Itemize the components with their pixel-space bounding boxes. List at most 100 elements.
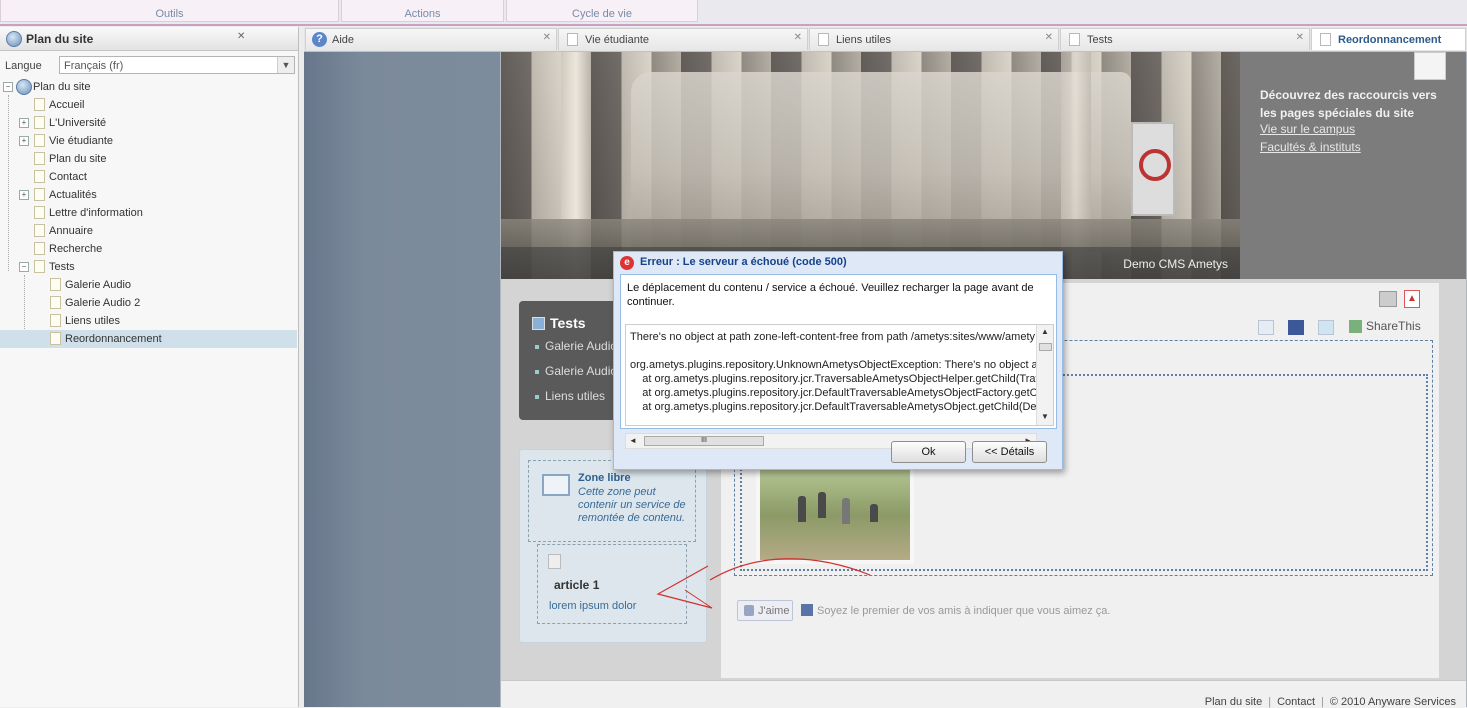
scroll-thumb[interactable] xyxy=(1039,343,1052,351)
photo-figure xyxy=(818,492,826,518)
site-tree-panel: Plan du site ✕ Langue Français (fr) ▼ − … xyxy=(0,27,299,707)
nav-item[interactable]: Galerie Audio xyxy=(545,339,617,353)
scroll-down-icon[interactable]: ▼ xyxy=(1041,412,1049,421)
tree-child[interactable]: Liens utiles xyxy=(0,312,297,330)
pdf-icon[interactable]: ▲ xyxy=(1404,290,1420,308)
tree-item[interactable]: + Vie étudiante xyxy=(0,132,297,150)
scroll-up-icon[interactable]: ▲ xyxy=(1041,327,1049,336)
tree-label: Recherche xyxy=(49,243,103,255)
quicklink[interactable]: Vie sur le campus xyxy=(1260,122,1355,136)
vertical-scrollbar[interactable]: ▲ ▼ xyxy=(1036,325,1053,425)
tree-label: Accueil xyxy=(49,99,85,111)
page-icon xyxy=(818,33,829,46)
footer-link[interactable]: Plan du site xyxy=(1205,696,1262,708)
help-icon: ? xyxy=(312,32,327,47)
close-icon[interactable]: ✕ xyxy=(1296,32,1304,43)
tree-item[interactable]: Recherche xyxy=(0,240,297,258)
tree-label: Contact xyxy=(49,171,87,183)
tree-label: Actualités xyxy=(49,189,97,201)
ribbon-group-cycle-de-vie[interactable]: Cycle de vie xyxy=(506,0,698,22)
tree-root[interactable]: − Plan du site xyxy=(0,78,297,96)
tree-item[interactable]: + L'Université xyxy=(0,114,297,132)
photo-figure xyxy=(870,504,878,522)
tree-label: Galerie Audio xyxy=(65,279,132,291)
photo-figure xyxy=(842,498,850,524)
tab-label: Reordonnancement xyxy=(1338,34,1442,46)
language-value: Français (fr) xyxy=(64,60,124,72)
tree-label: Liens utiles xyxy=(65,315,121,327)
email-icon[interactable] xyxy=(1258,320,1274,335)
nav-item[interactable]: Galerie Audio xyxy=(545,364,617,378)
page-icon xyxy=(50,296,61,309)
tree-label: Tests xyxy=(49,261,75,273)
close-icon[interactable]: ✕ xyxy=(543,32,551,43)
ribbon-group-label: Cycle de vie xyxy=(572,8,632,20)
close-icon[interactable]: ✕ xyxy=(1045,32,1053,43)
dialog-title[interactable]: Erreur : Le serveur a échoué (code 500) xyxy=(640,256,847,268)
ribbon-group-actions[interactable]: Actions xyxy=(341,0,504,22)
zone-title: Zone libre xyxy=(578,472,631,484)
chevron-down-icon[interactable]: ▼ xyxy=(277,57,294,73)
tree-item[interactable]: Annuaire xyxy=(0,222,297,240)
close-icon[interactable]: ✕ xyxy=(794,32,802,43)
page-icon xyxy=(34,152,45,165)
facebook-icon[interactable] xyxy=(1288,320,1304,335)
zone-description: Cette zone peut contenir un service de r… xyxy=(578,486,686,524)
close-icon[interactable]: ✕ xyxy=(237,31,245,42)
nav-item[interactable]: Liens utiles xyxy=(545,389,605,403)
tree-label: Plan du site xyxy=(33,81,91,93)
quicklink[interactable]: Facultés & instituts xyxy=(1260,140,1361,154)
sharethis-button[interactable]: ShareThis xyxy=(1349,319,1421,334)
details-button[interactable]: << Détails xyxy=(972,441,1047,463)
ribbon-group-label: Actions xyxy=(404,8,441,20)
page-icon xyxy=(50,314,61,327)
globe-icon xyxy=(6,31,22,47)
page-icon xyxy=(50,278,61,291)
tab-reordonnancement[interactable]: Reordonnancement xyxy=(1311,28,1466,50)
expand-icon[interactable]: + xyxy=(19,136,29,146)
tree-item[interactable]: Lettre d'information xyxy=(0,204,297,222)
panel-title: Plan du site xyxy=(26,32,94,46)
tab-aide[interactable]: ? Aide ✕ xyxy=(305,28,557,50)
tree-item[interactable]: + Actualités xyxy=(0,186,297,204)
page-footer: Plan du site | Contact | © 2010 Anyware Serv… xyxy=(501,680,1466,708)
page-icon xyxy=(34,134,45,147)
ribbon-group-outils[interactable]: Outils xyxy=(0,0,339,22)
error-dialog: e Erreur : Le serveur a échoué (code 500… xyxy=(613,251,1063,470)
page-icon xyxy=(34,98,45,111)
collapse-icon[interactable]: − xyxy=(19,262,29,272)
tree-child[interactable]: Galerie Audio 2 xyxy=(0,294,297,312)
expand-icon[interactable]: + xyxy=(19,118,29,128)
scroll-thumb[interactable]: III xyxy=(644,436,764,446)
ribbon-group-label: Outils xyxy=(155,8,184,20)
tree-child[interactable]: Galerie Audio xyxy=(0,276,297,294)
tree-label: Plan du site xyxy=(49,153,107,165)
tree-item[interactable]: Accueil xyxy=(0,96,297,114)
page-icon xyxy=(567,33,578,46)
scroll-left-icon[interactable]: ◄ xyxy=(629,436,637,445)
footer-link[interactable]: Contact xyxy=(1277,696,1315,708)
tab-tests[interactable]: Tests ✕ xyxy=(1060,28,1310,50)
language-select[interactable]: Français (fr) ▼ xyxy=(59,56,295,74)
tab-vie-etudiante[interactable]: Vie étudiante ✕ xyxy=(558,28,808,50)
language-row: Langue Français (fr) ▼ xyxy=(0,55,298,77)
tree-item[interactable]: Plan du site xyxy=(0,150,297,168)
article-text: lorem ipsum dolor xyxy=(549,600,637,612)
page-icon xyxy=(1320,33,1331,46)
error-details[interactable]: There's no object at path zone-left-cont… xyxy=(625,324,1054,426)
twitter-icon[interactable] xyxy=(1318,320,1334,335)
tab-liens-utiles[interactable]: Liens utiles ✕ xyxy=(809,28,1059,50)
article-title[interactable]: article 1 xyxy=(554,578,599,592)
hero-sign xyxy=(1131,122,1175,216)
print-icon[interactable] xyxy=(1379,291,1397,307)
tree-item[interactable]: Contact xyxy=(0,168,297,186)
hero-banner: Demo CMS Ametys xyxy=(501,52,1240,279)
error-message: Le déplacement du contenu / service a éc… xyxy=(627,282,1034,308)
panel-header: Plan du site ✕ xyxy=(0,27,298,51)
collapse-icon[interactable]: − xyxy=(3,82,13,92)
expand-icon[interactable]: + xyxy=(19,190,29,200)
ok-button[interactable]: Ok xyxy=(891,441,966,463)
tree-child-selected[interactable]: Reordonnancement xyxy=(0,330,297,348)
tree-label: Lettre d'information xyxy=(49,207,143,219)
tree-item[interactable]: − Tests xyxy=(0,258,297,276)
